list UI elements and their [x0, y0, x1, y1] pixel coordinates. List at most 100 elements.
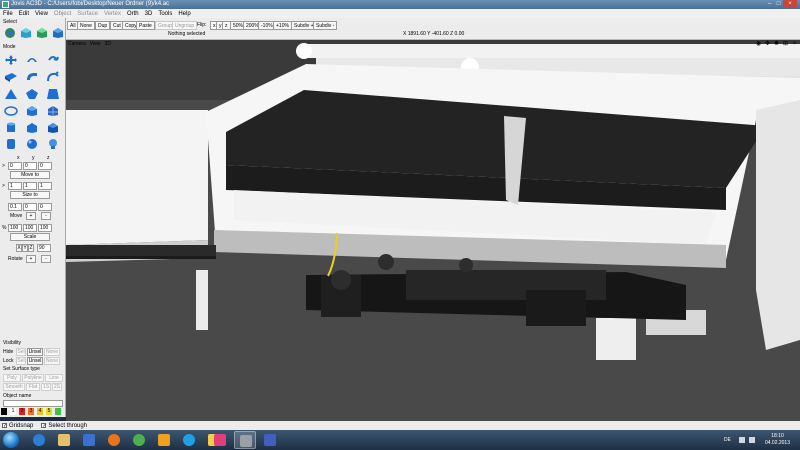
- move-to-z-input[interactable]: 0: [38, 162, 52, 170]
- polygon-tool-icon[interactable]: [25, 88, 39, 100]
- surface-polyline-button[interactable]: Polyline: [22, 374, 44, 382]
- cylinder-tool-icon[interactable]: [4, 122, 18, 134]
- light-icon[interactable]: ✺: [773, 41, 780, 47]
- viewport-view-menu[interactable]: View: [90, 41, 101, 47]
- move-step-z-input[interactable]: 0: [38, 203, 52, 211]
- paste-button[interactable]: Paste: [136, 21, 155, 30]
- rotate-3d-mode-icon[interactable]: [46, 54, 60, 66]
- rotate-mode-icon[interactable]: [25, 54, 39, 66]
- 3d-viewport[interactable]: Camera View 3D ◉ ✥ ✺ ⊞ ×: [66, 40, 800, 421]
- scale-x-input[interactable]: 100: [8, 224, 22, 232]
- menu-edit[interactable]: Edit: [19, 11, 29, 17]
- taskbar-app-blue[interactable]: [259, 431, 281, 449]
- grid-icon[interactable]: ⊞: [782, 41, 789, 47]
- taskbar-ac3d[interactable]: [234, 431, 256, 449]
- surface-poly-button[interactable]: Poly: [3, 374, 21, 382]
- move-to-button[interactable]: Move to: [10, 171, 50, 179]
- menu-surface[interactable]: Surface: [77, 11, 98, 17]
- taskbar-app-orange[interactable]: [153, 431, 175, 449]
- lock-unselected-button[interactable]: Unsel: [27, 357, 43, 365]
- taskbar-chrome[interactable]: [128, 431, 150, 449]
- select-none-button[interactable]: None: [77, 21, 95, 30]
- cube-alt-tool-icon[interactable]: [46, 122, 60, 134]
- close-button[interactable]: ×: [783, 0, 797, 8]
- object-name-input[interactable]: [3, 400, 63, 407]
- taskbar-firefox[interactable]: [103, 431, 125, 449]
- lock-selected-button[interactable]: Sel: [16, 357, 26, 365]
- palette-swatch-1[interactable]: 1: [10, 408, 16, 415]
- taskbar-media-player[interactable]: [78, 431, 100, 449]
- subdiv-minus-button[interactable]: Subdiv -: [313, 21, 338, 30]
- maximize-button[interactable]: □: [774, 0, 783, 8]
- size-z-input[interactable]: 1: [38, 182, 52, 190]
- duplicate-button[interactable]: Dup: [95, 21, 111, 30]
- scale-button[interactable]: Scale: [10, 233, 50, 241]
- select-surface-icon[interactable]: [19, 27, 33, 39]
- arrows-icon[interactable]: ✥: [764, 41, 771, 47]
- lock-none-button[interactable]: None: [44, 357, 60, 365]
- hide-unselected-button[interactable]: Unsel: [27, 348, 43, 356]
- cube-tool-icon[interactable]: [25, 122, 39, 134]
- rotate-axis-z[interactable]: Z: [28, 244, 34, 252]
- hide-selected-button[interactable]: Sel: [16, 348, 26, 356]
- viewport-camera-menu[interactable]: Camera: [68, 41, 86, 47]
- move-minus-button[interactable]: -: [41, 212, 51, 220]
- palette-swatch-black[interactable]: [1, 408, 7, 415]
- select-group-icon[interactable]: [51, 27, 65, 39]
- rectangle-tool-icon[interactable]: [46, 88, 60, 100]
- box-tool-icon[interactable]: [25, 105, 39, 117]
- menu-file[interactable]: File: [3, 11, 13, 17]
- ellipse-tool-icon[interactable]: [4, 105, 18, 117]
- scale-z-input[interactable]: 100: [38, 224, 52, 232]
- palette-swatch-green[interactable]: [55, 408, 61, 415]
- move-to-expander[interactable]: >: [2, 163, 5, 169]
- triangle-tool-icon[interactable]: [4, 88, 18, 100]
- eye-icon[interactable]: ◉: [755, 41, 762, 47]
- move-to-y-input[interactable]: 0: [23, 162, 37, 170]
- select-object-icon[interactable]: [3, 27, 17, 39]
- scale-plus10-button[interactable]: +10%: [273, 21, 292, 30]
- curve-mode-icon[interactable]: [46, 71, 60, 83]
- surface-flat-button[interactable]: Flat: [26, 383, 40, 391]
- light-tool-icon[interactable]: [46, 138, 60, 150]
- menu-tools[interactable]: Tools: [158, 11, 172, 17]
- surface-2s-button[interactable]: 2S: [52, 383, 62, 391]
- taskbar-skype[interactable]: [178, 431, 200, 449]
- surface-smooth-button[interactable]: Smooth: [3, 383, 25, 391]
- palette-swatch-5[interactable]: 5: [46, 408, 52, 415]
- network-icon[interactable]: [738, 437, 745, 443]
- move-mode-icon[interactable]: [4, 54, 18, 66]
- size-to-button[interactable]: Size to: [10, 191, 50, 199]
- scale-y-input[interactable]: 100: [23, 224, 37, 232]
- rotate-step-input[interactable]: 90: [37, 244, 51, 252]
- taskbar-app-pink[interactable]: [209, 431, 231, 449]
- menu-help[interactable]: Help: [178, 11, 190, 17]
- taskbar-internet-explorer[interactable]: [28, 431, 50, 449]
- taskbar-file-explorer[interactable]: [53, 431, 75, 449]
- menu-3d[interactable]: 3D: [145, 11, 153, 17]
- menu-orth[interactable]: Orth: [127, 11, 139, 17]
- size-to-expander[interactable]: >: [2, 183, 5, 189]
- select-vertex-icon[interactable]: [35, 27, 49, 39]
- volume-icon[interactable]: [748, 437, 755, 443]
- clock[interactable]: 18:10 04.02.2013: [759, 433, 800, 447]
- mesh-tool-icon[interactable]: [46, 105, 60, 117]
- ungroup-button[interactable]: Ungroup: [172, 21, 198, 30]
- move-to-x-input[interactable]: 0: [8, 162, 22, 170]
- surface-line-button[interactable]: Line: [45, 374, 63, 382]
- bend-mode-icon[interactable]: [25, 71, 39, 83]
- extrude-mode-icon[interactable]: [4, 71, 18, 83]
- size-x-input[interactable]: 1: [8, 182, 22, 190]
- start-button[interactable]: [3, 432, 19, 448]
- gridsnap-checkbox[interactable]: ✓: [2, 423, 7, 429]
- menu-object[interactable]: Object: [54, 11, 71, 17]
- palette-swatch-3[interactable]: 3: [28, 408, 34, 415]
- close-icon[interactable]: ×: [791, 41, 798, 47]
- palette-swatch-2[interactable]: 2: [19, 408, 25, 415]
- sphere-tool-icon[interactable]: [25, 138, 39, 150]
- rotate-minus-button[interactable]: -: [41, 255, 51, 263]
- size-y-input[interactable]: 1: [23, 182, 37, 190]
- menu-vertex[interactable]: Vertex: [104, 11, 121, 17]
- language-indicator[interactable]: DE: [724, 437, 731, 443]
- tube-tool-icon[interactable]: [4, 138, 18, 150]
